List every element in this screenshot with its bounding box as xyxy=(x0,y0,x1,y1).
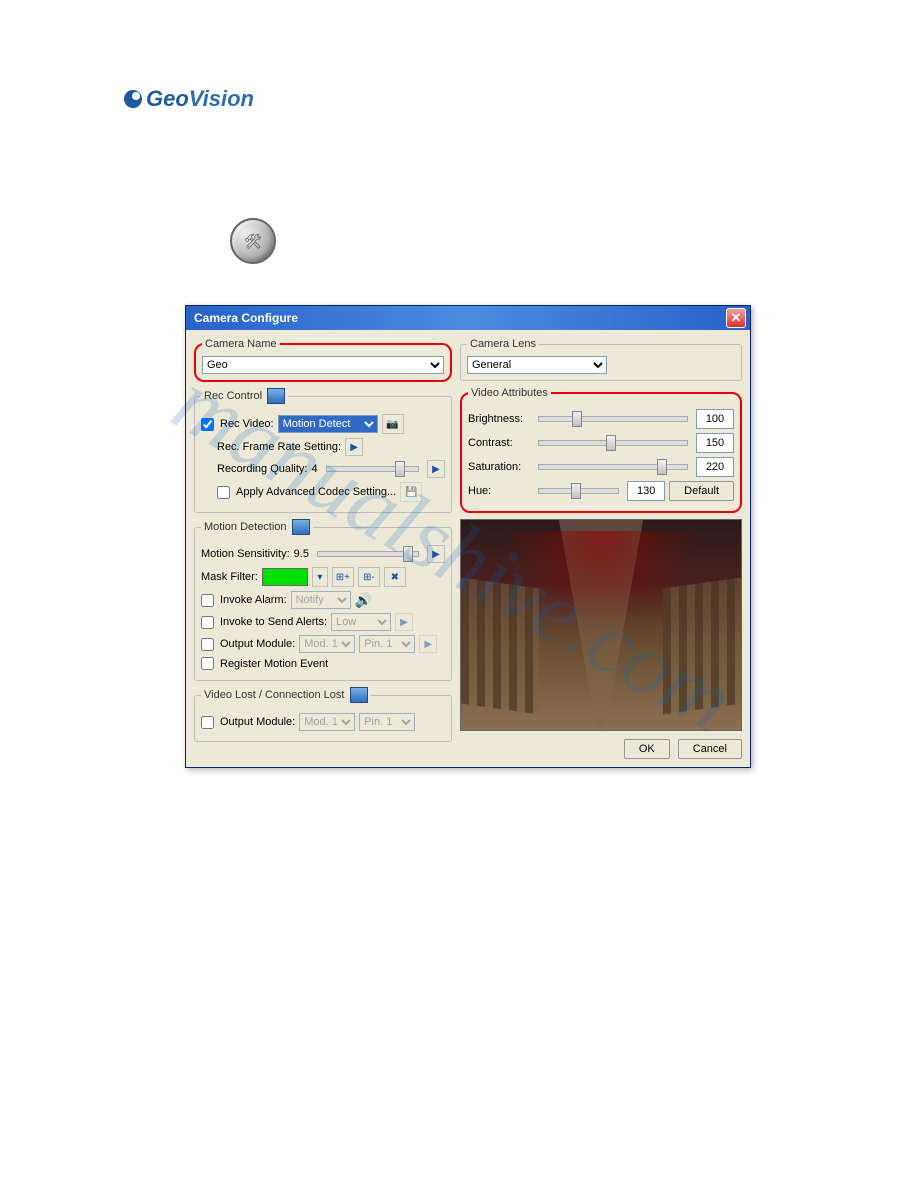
motion-sensitivity-button[interactable]: ▶ xyxy=(427,545,445,563)
invoke-send-select: Low xyxy=(331,613,391,631)
camera-name-select[interactable]: Geo xyxy=(202,356,444,374)
titlebar: Camera Configure ✕ xyxy=(186,306,750,330)
motion-output-label: Output Module: xyxy=(220,638,295,650)
apply-codec-button: 💾 xyxy=(400,482,422,502)
invoke-alarm-label: Invoke Alarm: xyxy=(220,594,287,606)
recording-quality-button[interactable]: ▶ xyxy=(427,460,445,478)
invoke-alarm-checkbox[interactable] xyxy=(201,594,214,607)
motion-output-mod-select: Mod. 1 xyxy=(299,635,355,653)
brightness-label: Brightness: xyxy=(468,413,530,425)
saturation-slider[interactable] xyxy=(538,464,688,470)
video-lost-legend: Video Lost / Connection Lost xyxy=(201,687,371,703)
tools-icon: 🛠 xyxy=(230,218,276,264)
close-button[interactable]: ✕ xyxy=(726,308,746,328)
register-motion-label: Register Motion Event xyxy=(220,658,328,670)
register-motion-checkbox[interactable] xyxy=(201,657,214,670)
mask-filter-color[interactable] xyxy=(262,568,308,586)
apply-codec-label: Apply Advanced Codec Setting... xyxy=(236,486,396,498)
invoke-alarm-select: Notify xyxy=(291,591,351,609)
motion-detection-legend: Motion Detection xyxy=(201,519,313,535)
rec-control-legend: Rec Control xyxy=(201,388,288,404)
motion-sensitivity-value: 9.5 xyxy=(294,548,309,560)
video-attributes-group: Video Attributes Brightness: Contrast: S… xyxy=(460,387,742,513)
logo-icon xyxy=(124,90,142,108)
brightness-slider[interactable] xyxy=(538,416,688,422)
motion-detection-group: Motion Detection Motion Sensitivity: 9.5… xyxy=(194,519,452,681)
camera-name-legend: Camera Name xyxy=(202,338,280,350)
recording-quality-value: 4 xyxy=(312,463,318,475)
video-attributes-legend: Video Attributes xyxy=(468,387,551,399)
dialog-title: Camera Configure xyxy=(190,311,298,325)
invoke-send-checkbox[interactable] xyxy=(201,616,214,629)
rec-video-config-icon[interactable]: 📷 xyxy=(382,414,404,434)
mask-remove-icon[interactable]: ⊞- xyxy=(358,567,380,587)
camera-lens-legend: Camera Lens xyxy=(467,338,539,350)
motion-sensitivity-label: Motion Sensitivity: xyxy=(201,548,290,560)
rec-video-select[interactable]: Motion Detect xyxy=(278,415,378,433)
brand-geo: Geo xyxy=(146,86,189,112)
mask-add-icon[interactable]: ⊞+ xyxy=(332,567,354,587)
camera-configure-dialog: Camera Configure ✕ Camera Name Geo Rec C… xyxy=(185,305,751,768)
lost-output-label: Output Module: xyxy=(220,716,295,728)
rec-video-checkbox[interactable] xyxy=(201,418,214,431)
contrast-label: Contrast: xyxy=(468,437,530,449)
video-lost-icon[interactable] xyxy=(350,687,368,703)
rec-video-label: Rec Video: xyxy=(220,418,274,430)
mask-clear-icon[interactable]: ✖ xyxy=(384,567,406,587)
brand-vision: Vision xyxy=(189,86,254,112)
lost-output-checkbox[interactable] xyxy=(201,716,214,729)
mask-filter-label: Mask Filter: xyxy=(201,571,258,583)
frame-rate-label: Rec. Frame Rate Setting: xyxy=(217,441,341,453)
hue-slider[interactable] xyxy=(538,488,619,494)
motion-output-pin-select: Pin. 1 xyxy=(359,635,415,653)
video-preview xyxy=(460,519,742,731)
motion-detection-icon[interactable] xyxy=(292,519,310,535)
motion-output-checkbox[interactable] xyxy=(201,638,214,651)
rec-control-group: Rec Control Rec Video: Motion Detect 📷 R… xyxy=(194,388,452,513)
camera-lens-group: Camera Lens General xyxy=(460,338,742,381)
contrast-slider[interactable] xyxy=(538,440,688,446)
apply-codec-checkbox[interactable] xyxy=(217,486,230,499)
cancel-button[interactable]: Cancel xyxy=(678,739,742,759)
recording-quality-label: Recording Quality: xyxy=(217,463,308,475)
rec-control-icon[interactable] xyxy=(267,388,285,404)
brand-logo: GeoVision xyxy=(124,86,254,112)
ok-button[interactable]: OK xyxy=(624,739,670,759)
mask-filter-dropdown[interactable]: ▾ xyxy=(312,567,328,587)
lost-output-mod-select: Mod. 1 xyxy=(299,713,355,731)
recording-quality-slider[interactable] xyxy=(326,466,419,472)
lost-output-pin-select: Pin. 1 xyxy=(359,713,415,731)
hue-value[interactable] xyxy=(627,481,665,501)
video-lost-group: Video Lost / Connection Lost Output Modu… xyxy=(194,687,452,742)
saturation-label: Saturation: xyxy=(468,461,530,473)
contrast-value[interactable] xyxy=(696,433,734,453)
invoke-send-label: Invoke to Send Alerts: xyxy=(220,616,327,628)
motion-sensitivity-slider[interactable] xyxy=(317,551,419,557)
motion-output-button: ▶ xyxy=(419,635,437,653)
sound-icon[interactable]: 🔊 xyxy=(355,592,372,609)
saturation-value[interactable] xyxy=(696,457,734,477)
default-button[interactable]: Default xyxy=(669,481,734,501)
brightness-value[interactable] xyxy=(696,409,734,429)
hue-label: Hue: xyxy=(468,485,530,497)
camera-lens-select[interactable]: General xyxy=(467,356,607,374)
frame-rate-button[interactable]: ▶ xyxy=(345,438,363,456)
invoke-send-button: ▶ xyxy=(395,613,413,631)
camera-name-group: Camera Name Geo xyxy=(194,338,452,382)
